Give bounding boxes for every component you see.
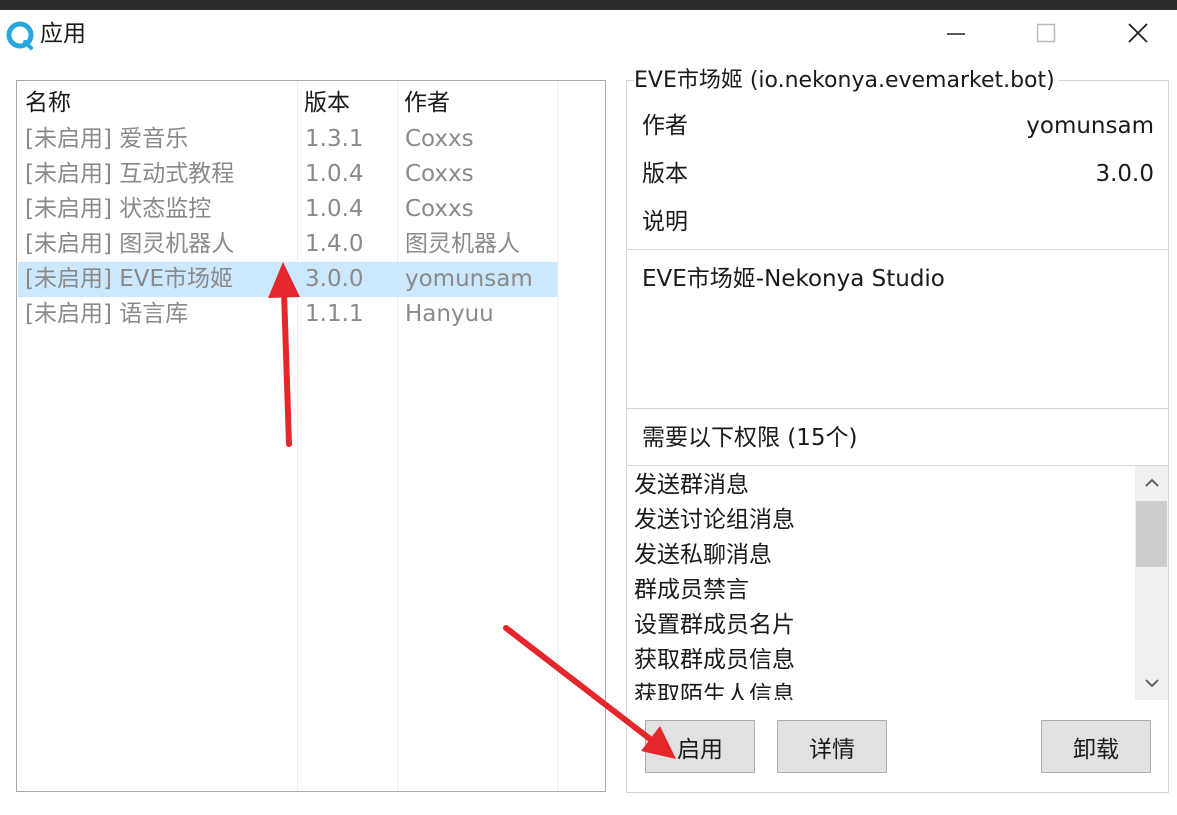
app-list[interactable]: 名称 版本 作者 [未启用] 爱音乐 1.3.1 Coxxs [未启用] 互动式… <box>16 80 606 792</box>
scroll-up-button[interactable] <box>1135 466 1168 500</box>
close-button[interactable] <box>1108 10 1168 56</box>
list-item[interactable]: [未启用] 爱音乐 1.3.1 Coxxs <box>18 122 558 157</box>
app-version: 1.0.4 <box>305 161 364 187</box>
app-name: [未启用] 图灵机器人 <box>25 231 235 257</box>
permission-item: 获取群成员信息 <box>634 647 795 673</box>
permissions-title: 需要以下权限 (15个) <box>642 425 858 451</box>
app-author: 图灵机器人 <box>405 231 520 257</box>
list-item-selected[interactable]: [未启用] EVE市场姬 3.0.0 yomunsam <box>18 262 558 297</box>
app-author: Hanyuu <box>405 301 494 327</box>
app-version: 3.0.0 <box>305 266 364 292</box>
permissions-list[interactable]: 发送群消息 发送讨论组消息 发送私聊消息 群成员禁言 设置群成员名片 获取群成员… <box>627 466 1135 700</box>
list-item[interactable]: [未启用] 语言库 1.1.1 Hanyuu <box>18 297 558 332</box>
app-name: [未启用] 语言库 <box>25 301 189 327</box>
permission-item: 群成员禁言 <box>634 577 749 603</box>
column-header-author[interactable]: 作者 <box>404 85 450 121</box>
list-item[interactable]: [未启用] 状态监控 1.0.4 Coxxs <box>18 192 558 227</box>
author-label: 作者 <box>642 113 688 139</box>
permission-item: 设置群成员名片 <box>634 612 795 638</box>
chevron-down-icon <box>1144 679 1159 688</box>
app-version: 1.1.1 <box>305 301 364 327</box>
column-header-version[interactable]: 版本 <box>304 85 350 121</box>
permission-item: 发送私聊消息 <box>634 542 772 568</box>
uninstall-button[interactable]: 卸载 <box>1041 720 1151 773</box>
enable-button[interactable]: 启用 <box>645 720 755 773</box>
title-bar: 应用 <box>0 10 1177 60</box>
permissions-scrollbar[interactable] <box>1135 466 1168 700</box>
version-value: 3.0.0 <box>1095 161 1154 187</box>
divider <box>627 249 1168 250</box>
app-author: Coxxs <box>405 126 474 152</box>
app-author: yomunsam <box>405 266 533 292</box>
app-version: 1.3.1 <box>305 126 364 152</box>
maximize-button[interactable] <box>1016 10 1076 56</box>
app-name: [未启用] 爱音乐 <box>25 126 189 152</box>
minimize-button[interactable] <box>926 10 986 56</box>
chevron-up-icon <box>1144 478 1159 487</box>
top-strip <box>0 0 1177 10</box>
app-author: Coxxs <box>405 161 474 187</box>
description-label: 说明 <box>642 209 688 235</box>
close-icon <box>1128 23 1148 43</box>
window-title: 应用 <box>40 21 86 47</box>
list-item[interactable]: [未启用] 图灵机器人 1.4.0 图灵机器人 <box>18 227 558 262</box>
version-label: 版本 <box>642 161 688 187</box>
app-version: 1.0.4 <box>305 196 364 222</box>
column-header-name[interactable]: 名称 <box>25 85 71 121</box>
app-author: Coxxs <box>405 196 474 222</box>
app-name: [未启用] 互动式教程 <box>25 161 235 187</box>
app-logo-icon <box>6 21 34 50</box>
permission-item: 获取陌生人信息 <box>634 682 795 700</box>
minimize-icon <box>947 33 965 35</box>
list-item[interactable]: [未启用] 互动式教程 1.0.4 Coxxs <box>18 157 558 192</box>
permission-item: 发送讨论组消息 <box>634 507 795 533</box>
author-value: yomunsam <box>1026 113 1154 139</box>
app-name: [未启用] EVE市场姬 <box>25 266 234 292</box>
app-version: 1.4.0 <box>305 231 364 257</box>
scroll-down-button[interactable] <box>1135 666 1168 700</box>
maximize-icon <box>1036 23 1056 43</box>
detail-group-title: EVE市场姬 (io.nekonya.evemarket.bot) <box>634 66 1059 96</box>
divider <box>627 408 1168 409</box>
app-name: [未启用] 状态监控 <box>25 196 212 222</box>
description-text: EVE市场姬-Nekonya Studio <box>642 266 945 292</box>
scroll-thumb[interactable] <box>1136 501 1167 567</box>
details-button[interactable]: 详情 <box>777 720 887 773</box>
permission-item: 发送群消息 <box>634 472 749 498</box>
